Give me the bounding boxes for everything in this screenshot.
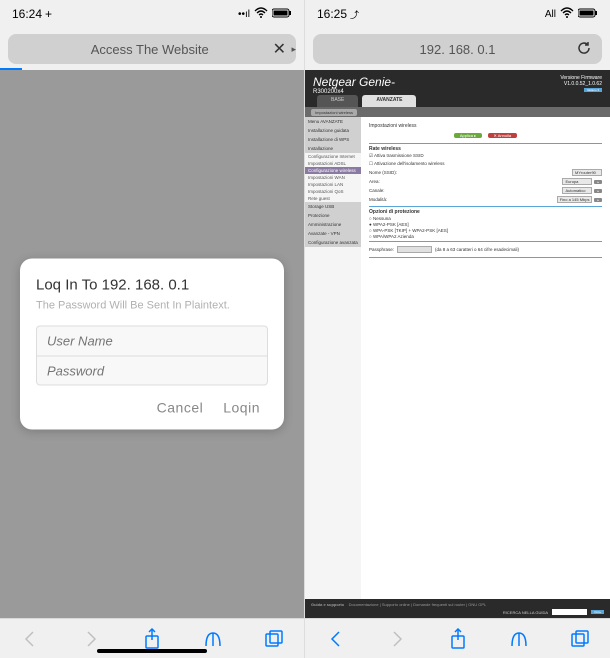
breadcrumb-chip: Impostazioni wireless <box>311 109 357 116</box>
back-button[interactable] <box>325 628 347 650</box>
netgear-tabs: BASE AVANZATE <box>305 95 610 107</box>
time-suffix: + <box>45 7 52 21</box>
time-label: 16:24 <box>12 7 42 21</box>
sidebar-item[interactable]: Impostazioni ADSL <box>305 160 361 167</box>
name-label: Nome (SSID): <box>369 170 572 175</box>
netgear-header: Netgear Genie- R300200x4 Versione Firmwa… <box>305 70 610 95</box>
sidebar-header[interactable]: Configurazione avanzata <box>305 238 361 247</box>
signal-icon: ••ıl <box>238 9 250 20</box>
tab-base[interactable]: BASE <box>317 95 358 107</box>
battery-icon <box>578 8 598 21</box>
sidebar-item[interactable]: Impostazioni LAN <box>305 181 361 188</box>
wifi-icon <box>254 7 268 22</box>
sidebar-header[interactable]: Installazione guidata <box>305 126 361 135</box>
forward-button[interactable] <box>386 628 408 650</box>
username-field[interactable] <box>36 326 268 356</box>
phone-right: 16:25 ⤴ All 192. 168. 0.1 Netgear Genie-… <box>305 0 610 658</box>
brand-title: Netgear Genie- <box>313 75 395 89</box>
login-button[interactable]: Loqin <box>223 400 260 416</box>
go-icon[interactable]: ▸ <box>594 189 602 193</box>
footer-go-button[interactable]: VAI ▸ <box>591 610 604 614</box>
tab-advanced[interactable]: AVANZATE <box>362 95 416 107</box>
url-text: Access The Website <box>8 42 291 57</box>
sidebar-item[interactable]: Impostazioni QoS <box>305 188 361 195</box>
carrier-label: All <box>545 9 556 20</box>
close-icon[interactable]: ✕ <box>273 39 286 59</box>
sidebar-item[interactable]: Rete guest <box>305 195 361 202</box>
sidebar-item[interactable]: Impostazioni WAN <box>305 174 361 181</box>
footer-search-input[interactable] <box>552 609 587 615</box>
chevron-right-icon: ▸ <box>291 44 296 55</box>
passphrase-hint: (da 8 a 63 caratteri o 64 cifre esadecim… <box>435 247 519 252</box>
name-field[interactable]: MYrouter90 <box>572 169 602 176</box>
sidebar-header[interactable]: Installazione di WPS <box>305 135 361 144</box>
channel-select[interactable]: Automatico <box>562 187 592 194</box>
password-field[interactable] <box>36 356 268 386</box>
home-indicator[interactable] <box>97 649 207 653</box>
bookmarks-icon[interactable] <box>508 628 530 650</box>
main-panel: Impostazioni wireless Applica ▸ ✕ Annull… <box>361 117 610 599</box>
cancel-button[interactable]: Cancel <box>157 400 204 416</box>
nav-bar-right <box>305 618 610 658</box>
version-value: V1.0.0.52_1.0.62 <box>560 81 602 87</box>
forward-button[interactable] <box>80 628 102 650</box>
url-bar-left[interactable]: Access The Website ▸ ✕ <box>8 34 296 64</box>
sidebar-header[interactable]: Protezione <box>305 211 361 220</box>
location-icon: ⤴ <box>350 8 359 21</box>
status-bar-left: 16:24 + ••ıl <box>0 0 304 28</box>
footer-guide: Guida e supporto <box>311 602 344 607</box>
bookmarks-icon[interactable] <box>202 628 224 650</box>
area-label: Area: <box>369 179 562 184</box>
main-title: Impostazioni wireless <box>369 121 602 131</box>
sidebar-item-active[interactable]: Configurazione wireless <box>305 167 361 174</box>
wifi-icon <box>560 7 574 22</box>
share-icon[interactable] <box>141 628 163 650</box>
login-dialog: Loq In To 192. 168. 0.1 The Password Wil… <box>20 259 284 430</box>
status-bar-right: 16:25 ⤴ All <box>305 0 610 28</box>
go-icon[interactable]: ▸ <box>594 180 602 184</box>
mode-select[interactable]: Fino a 145 Mbps <box>557 196 593 203</box>
channel-label: Canale: <box>369 188 562 193</box>
time-label: 16:25 <box>317 7 347 21</box>
mode-label: Modalità: <box>369 197 557 202</box>
footer-links[interactable]: Documentazione | Supporto online | Doman… <box>349 602 487 607</box>
sidebar-header[interactable]: Installazione <box>305 144 361 153</box>
area-select[interactable]: Europa <box>562 178 592 185</box>
sidebar-header[interactable]: Amministrazione <box>305 220 361 229</box>
dialog-title: Loq In To 192. 168. 0.1 <box>36 277 268 294</box>
phone-left: 16:24 + ••ıl Access The Website ▸ ✕ Loq … <box>0 0 305 658</box>
netgear-subbar: Impostazioni wireless <box>305 107 610 117</box>
passphrase-label: Passphrase: <box>369 247 394 252</box>
content-area-right: Netgear Genie- R300200x4 Versione Firmwa… <box>305 70 610 618</box>
tabs-icon[interactable] <box>569 628 591 650</box>
url-bar-right[interactable]: 192. 168. 0.1 <box>313 34 602 64</box>
content-area-left: Loq In To 192. 168. 0.1 The Password Wil… <box>0 70 304 618</box>
sidebar-header[interactable]: Storage USB <box>305 202 361 211</box>
battery-icon <box>272 8 292 21</box>
url-text: 192. 168. 0.1 <box>313 42 602 57</box>
back-button[interactable] <box>19 628 41 650</box>
footer-search-label: RICERCA NELLA GUIDA <box>503 610 548 615</box>
sidebar-header[interactable]: Avanzate - VPN <box>305 229 361 238</box>
lang-dropdown[interactable]: Italiano ▾ <box>584 88 602 92</box>
dialog-subtitle: The Password Will Be Sent In Plaintext. <box>36 300 268 312</box>
sidebar-header[interactable]: Menu AVANZATE <box>305 117 361 126</box>
cancel-button[interactable]: ✕ Annulla <box>488 133 518 138</box>
tabs-icon[interactable] <box>263 628 285 650</box>
go-icon[interactable]: ▸ <box>594 198 602 202</box>
sidebar-item[interactable]: Configurazione Internet <box>305 153 361 160</box>
share-icon[interactable] <box>447 628 469 650</box>
sidebar: Menu AVANZATE Installazione guidata Inst… <box>305 117 361 599</box>
netgear-footer: Guida e supporto Documentazione | Suppor… <box>305 599 610 618</box>
reload-icon[interactable] <box>576 40 592 59</box>
passphrase-field[interactable] <box>397 246 432 253</box>
apply-button[interactable]: Applica ▸ <box>454 133 482 138</box>
